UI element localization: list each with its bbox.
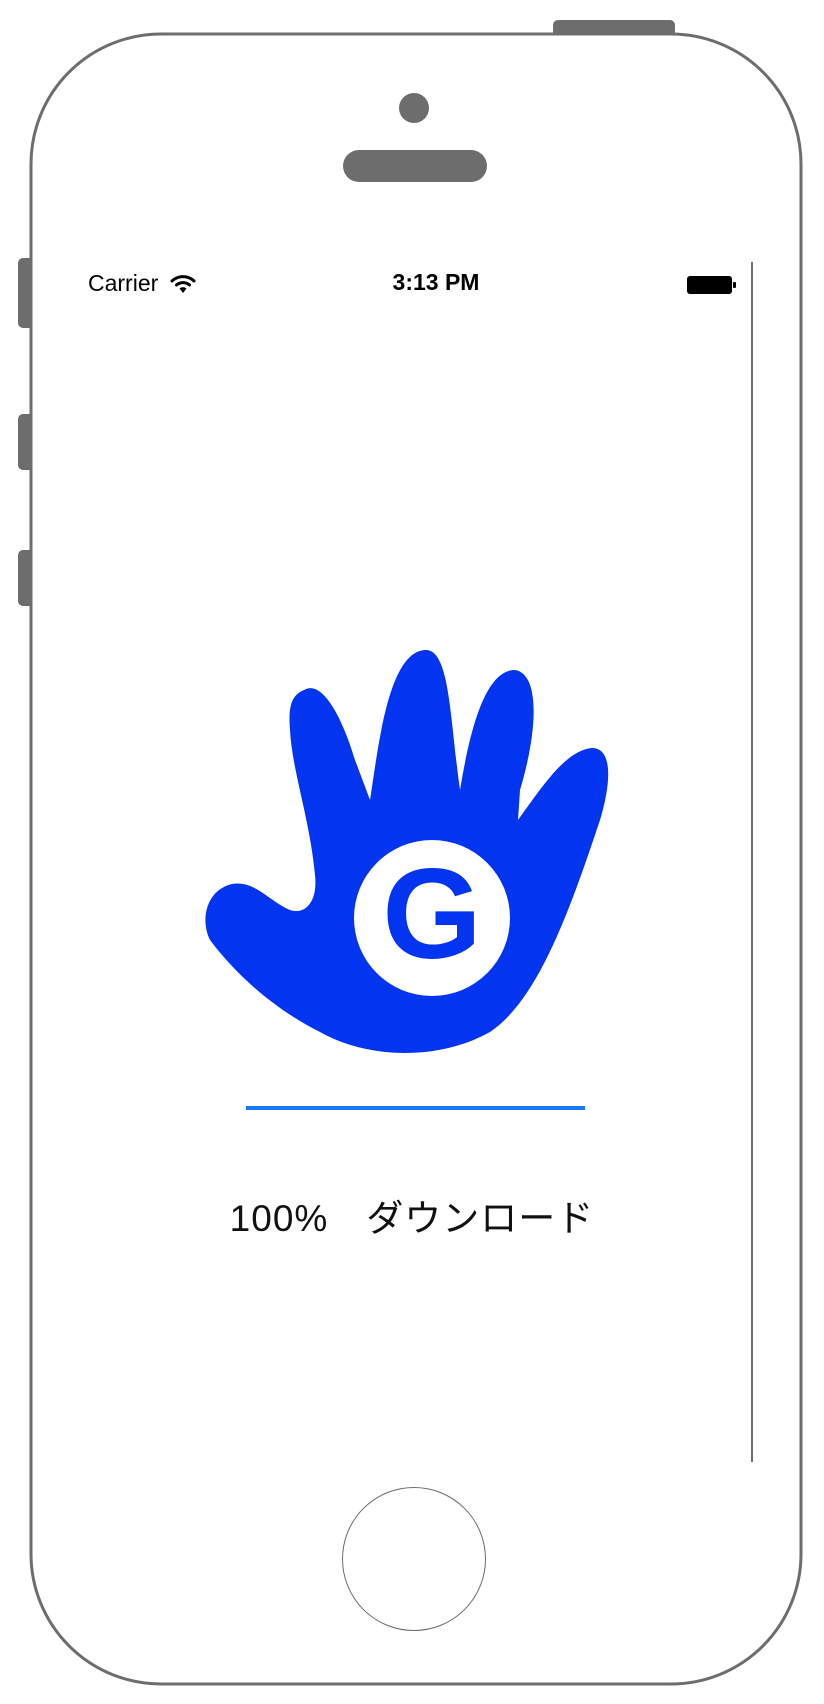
download-progress-bar: [246, 1106, 585, 1110]
iphone-simulator: Carrier 3:13 PM G 100% ダウンロード: [0, 0, 824, 1704]
status-time: 3:13 PM: [392, 269, 480, 295]
status-bar: Carrier 3:13 PM: [86, 262, 746, 300]
carrier-label: Carrier: [88, 270, 159, 296]
download-status-label: 100% ダウンロード: [229, 1198, 595, 1239]
download-progress-fill: [246, 1106, 585, 1110]
home-button[interactable]: [342, 1487, 486, 1631]
carrier-indicator: Carrier: [88, 270, 196, 297]
hand-g-logo-icon: G: [205, 650, 609, 1053]
earpiece-speaker: [343, 150, 487, 182]
logo-letter: G: [382, 843, 482, 986]
battery-icon: [687, 276, 736, 294]
wifi-icon: [170, 274, 196, 293]
front-camera: [399, 93, 429, 123]
